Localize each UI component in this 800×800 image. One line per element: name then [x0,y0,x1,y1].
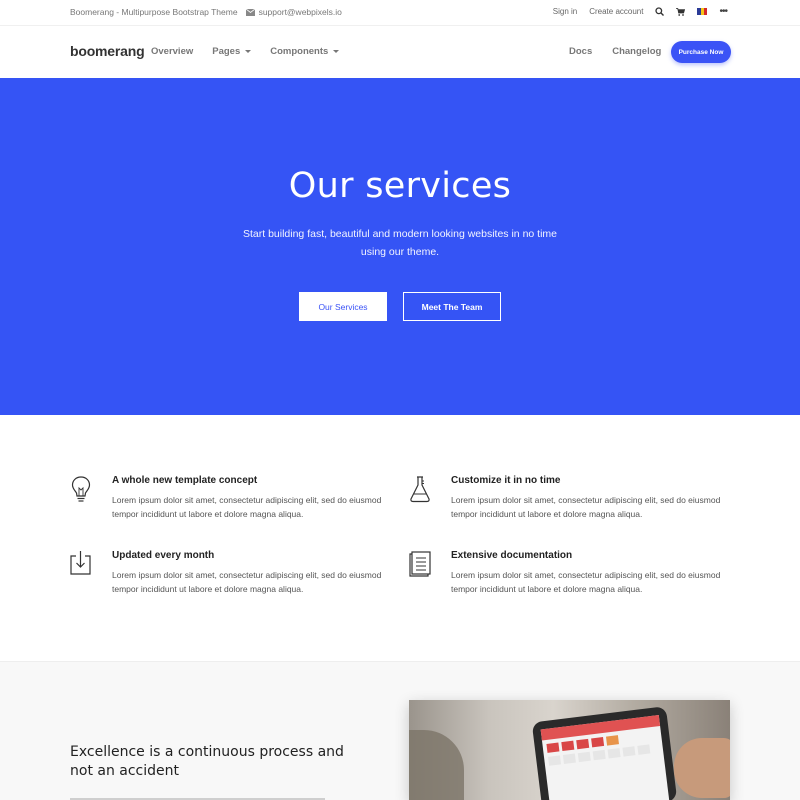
nav-item-overview[interactable]: Overview [151,46,193,57]
nav-right: Docs Changelog [569,46,661,57]
lightbulb-icon [71,476,91,502]
feature-title: Extensive documentation [451,550,573,561]
feature-text: Lorem ipsum dolor sit amet, consectetur … [451,495,721,519]
feature-title: A whole new template concept [112,475,258,486]
hero-section: Our services Start building fast, beauti… [0,78,800,415]
nav-item-label: Components [270,46,329,57]
sign-in-link[interactable]: Sign in [553,7,577,16]
download-icon [70,551,91,575]
top-bar-left: Boomerang - Multipurpose Bootstrap Theme… [70,7,342,17]
flag-icon[interactable] [697,8,708,15]
photo-tablet-screen [540,715,670,800]
top-bar: Boomerang - Multipurpose Bootstrap Theme… [0,0,800,26]
feature-title: Customize it in no time [451,475,561,486]
envelope-icon [245,8,255,16]
features-section: A whole new template concept Lorem ipsum… [0,415,800,661]
nav-menu: Overview Pages Components [151,46,340,57]
cart-icon[interactable] [676,7,686,16]
caret-down-icon [333,49,340,53]
support-email-text: support@webpixels.io [258,7,342,17]
caret-down-icon [245,49,252,53]
excellence-title: Excellence is a continuous process and n… [70,744,344,779]
photo-tablet [531,706,678,800]
tablet-photo [409,700,730,800]
site-title: Boomerang - Multipurpose Bootstrap Theme [70,7,238,17]
create-account-link[interactable]: Create account [589,7,643,16]
support-email[interactable]: support@webpixels.io [245,7,342,17]
feature-text: Lorem ipsum dolor sit amet, consectetur … [112,495,382,519]
hero-title: Our services [288,166,512,206]
changelog-link[interactable]: Changelog [612,46,661,57]
search-icon[interactable] [655,7,665,16]
nav-item-label: Overview [151,46,194,57]
excellence-section: Excellence is a continuous process and n… [0,661,800,800]
nav-item-pages[interactable]: Pages [212,46,252,57]
docs-link[interactable]: Docs [569,46,592,57]
photo-hand [674,738,730,798]
meet-the-team-button[interactable]: Meet The Team [403,292,501,321]
top-bar-right: Sign in Create account ••• [553,6,728,16]
our-services-button[interactable]: Our Services [299,292,387,321]
feature-title: Updated every month [112,550,215,561]
hero-subtitle: Start building fast, beautiful and moder… [242,228,557,258]
nav-item-label: Pages [212,46,241,57]
photo-arm [409,730,464,800]
purchase-button[interactable]: Purchase Now [671,41,731,63]
main-navbar: boomerang Overview Pages Components Docs… [0,26,800,78]
logo[interactable]: boomerang [70,43,145,59]
document-icon [409,551,431,577]
more-icon[interactable]: ••• [719,6,727,16]
feature-text: Lorem ipsum dolor sit amet, consectetur … [451,570,721,594]
feature-text: Lorem ipsum dolor sit amet, consectetur … [112,570,382,594]
flask-icon [410,476,430,503]
nav-item-components[interactable]: Components [270,46,340,57]
